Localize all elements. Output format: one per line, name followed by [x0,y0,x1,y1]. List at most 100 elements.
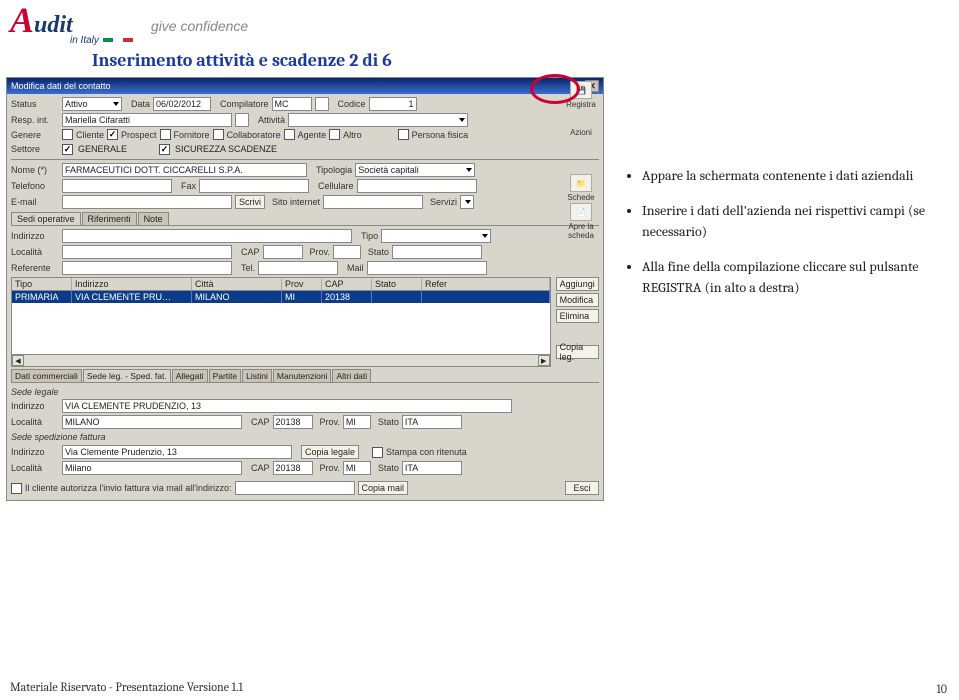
tab-manutenzioni[interactable]: Manutenzioni [273,369,332,382]
sede-sped-heading: Sede spedizione fattura [11,432,599,442]
cliente-checkbox[interactable] [62,129,73,140]
prov-label: Prov. [310,247,330,257]
gh-citta[interactable]: Città [192,278,282,290]
tab-allegati[interactable]: Allegati [172,369,208,382]
nome-field[interactable]: FARMACEUTICI DOTT. CICCARELLI S.P.A. [62,163,307,177]
email-field[interactable] [62,195,232,209]
compilatore-lookup[interactable] [315,97,329,111]
sped-cap-field[interactable]: 20138 [273,461,313,475]
attivita-field[interactable] [288,113,468,127]
leg-stato-field[interactable]: ITA [402,415,462,429]
elimina-button[interactable]: Elimina [556,309,599,323]
tab-listini[interactable]: Listini [242,369,272,382]
gh-tipo[interactable]: Tipo [12,278,72,290]
leg-cap-field[interactable]: 20138 [273,415,313,429]
genere-label: Genere [11,130,59,140]
cap-field[interactable] [263,245,303,259]
gh-indirizzo[interactable]: Indirizzo [72,278,192,290]
scroll-left-icon[interactable]: ◀ [12,355,24,366]
generale-checkbox[interactable]: ✓ [62,144,73,155]
leg-indirizzo-field[interactable]: VIA CLEMENTE PRUDENZIO, 13 [62,399,512,413]
localita-field[interactable] [62,245,232,259]
stato-field[interactable] [392,245,482,259]
tab-riferimenti[interactable]: Riferimenti [82,212,137,225]
logo-sub: in Italy [70,35,133,46]
leg-prov-field[interactable]: MI [343,415,371,429]
tab-partite[interactable]: Partite [209,369,242,382]
registra-button[interactable]: 💾 [570,81,592,99]
mid-tabs: Sedi operative Riferimenti Note [11,212,599,226]
prospect-checkbox[interactable]: ✓ [107,129,118,140]
grid-scrollbar[interactable]: ◀ ▶ [12,354,550,366]
address-grid[interactable]: Tipo Indirizzo Città Prov CAP Stato Refe… [11,277,551,367]
mail-field[interactable] [367,261,487,275]
codice-field[interactable]: 1 [369,97,417,111]
tab-altri-dati[interactable]: Altri dati [332,369,371,382]
schede-label: Schede [561,193,601,202]
autorizza-mail-field[interactable] [235,481,355,495]
tipologia-label: Tipologia [316,165,352,175]
autorizza-checkbox[interactable] [11,483,22,494]
resp-label: Resp. int. [11,115,59,125]
referente-field[interactable] [62,261,232,275]
sped-indirizzo-field[interactable]: Via Clemente Prudenzio, 13 [62,445,292,459]
status-field[interactable]: Attivo [62,97,122,111]
tab-sede-leg[interactable]: Sede leg. - Sped. fat. [83,369,171,382]
copia-mail-button[interactable]: Copia mail [358,481,409,495]
esci-button[interactable]: Esci [565,481,599,495]
tab-dati-commerciali[interactable]: Dati commerciali [11,369,82,382]
altro-checkbox[interactable] [329,129,340,140]
gh-cap[interactable]: CAP [322,278,372,290]
logo-letter: A [10,6,34,35]
sped-stato-field[interactable]: ITA [402,461,462,475]
sped-prov-field[interactable]: MI [343,461,371,475]
data-label: Data [131,99,150,109]
window-title: Modifica dati del contatto [11,81,111,91]
servizi-field[interactable] [460,195,474,209]
collaboratore-checkbox[interactable] [213,129,224,140]
page-number: 10 [936,682,947,696]
telefono-label: Telefono [11,181,59,191]
fax-field[interactable] [199,179,309,193]
logo-rest: udit [34,12,73,39]
cellulare-field[interactable] [357,179,477,193]
indirizzo-field[interactable] [62,229,352,243]
modifica-button[interactable]: Modifica [556,293,599,307]
tab-note[interactable]: Note [138,212,169,225]
sicurezza-checkbox[interactable]: ✓ [159,144,170,155]
gh-prov[interactable]: Prov [282,278,322,290]
registra-label: Registra [561,100,601,109]
sped-localita-field[interactable]: Milano [62,461,242,475]
compilatore-field[interactable]: MC [272,97,312,111]
tipo-field[interactable] [381,229,491,243]
scrivi-button[interactable]: Scrivi [235,195,265,209]
sito-label: Sito internet [272,197,320,207]
cap-label: CAP [241,247,260,257]
tab-sedi-operative[interactable]: Sedi operative [11,212,81,225]
apre-scheda-button[interactable]: 📄 [570,203,592,221]
leg-localita-field[interactable]: MILANO [62,415,242,429]
mail-label: Mail [347,263,364,273]
stampa-checkbox[interactable] [372,447,383,458]
aggiungi-button[interactable]: Aggiungi [556,277,599,291]
sito-field[interactable] [323,195,423,209]
resp-lookup[interactable] [235,113,249,127]
resp-field[interactable]: Mariella Cifaratti [62,113,232,127]
bottom-tabs: Dati commerciali Sede leg. - Sped. fat. … [11,369,599,382]
gh-stato[interactable]: Stato [372,278,422,290]
table-row[interactable]: PRIMARIA VIA CLEMENTE PRU… MILANO MI 201… [12,291,550,303]
agente-checkbox[interactable] [284,129,295,140]
data-field[interactable]: 06/02/2012 [153,97,211,111]
telefono-field[interactable] [62,179,172,193]
prov-field[interactable] [333,245,361,259]
copia-legale-button[interactable]: Copia legale [301,445,359,459]
tipologia-field[interactable]: Società capitali [355,163,475,177]
titlebar: Modifica dati del contatto ✕ [7,78,603,94]
tel-field[interactable] [258,261,338,275]
persona-checkbox[interactable] [398,129,409,140]
scroll-right-icon[interactable]: ▶ [538,355,550,366]
schede-button[interactable]: 📁 [570,174,592,192]
fornitore-checkbox[interactable] [160,129,171,140]
copia-leg-button[interactable]: Copia leg. [556,345,599,359]
gh-refer[interactable]: Refer [422,278,550,290]
